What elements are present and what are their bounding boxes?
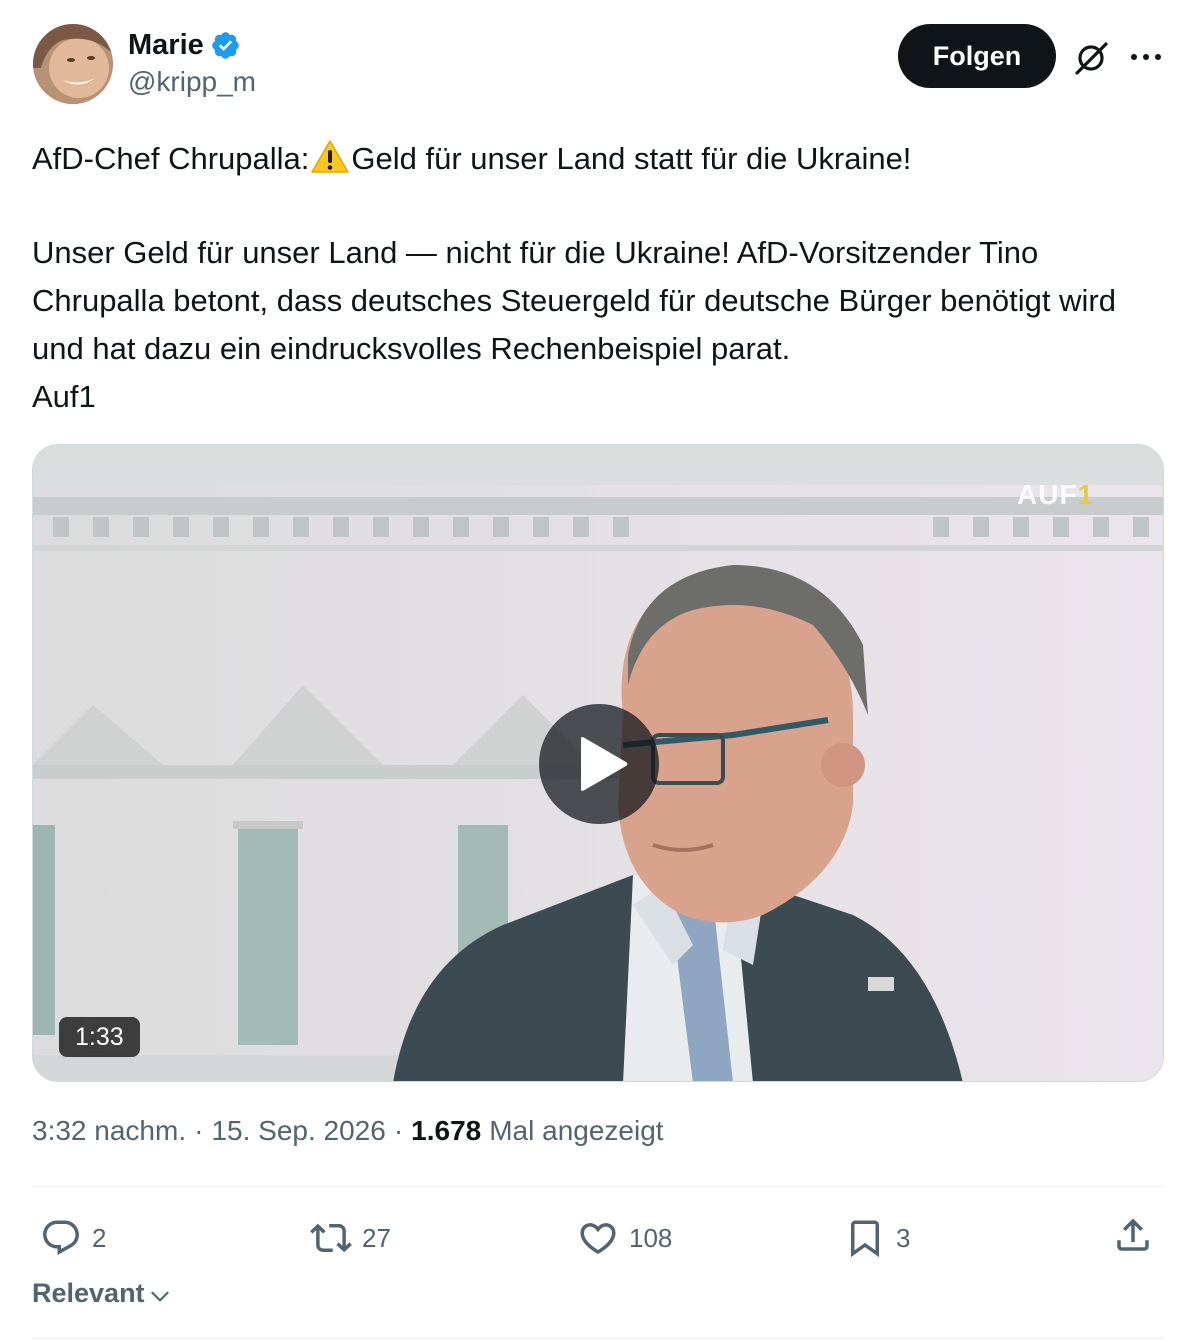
avatar-image: [33, 24, 113, 104]
tweet-meta: 3:32 nachm. · 15. Sep. 2026 · 1.678 Mal …: [32, 1115, 664, 1147]
repost-button[interactable]: 27: [310, 1208, 391, 1268]
views-count: 1.678: [411, 1115, 482, 1146]
bookmark-icon: [851, 1220, 879, 1258]
divider: [32, 1338, 1164, 1339]
reply-button[interactable]: 2: [40, 1208, 106, 1268]
avatar[interactable]: [33, 24, 113, 104]
bookmark-button[interactable]: 3: [844, 1208, 910, 1268]
tweet-text-headline-start: AfD-Chef Chrupalla:: [32, 141, 310, 176]
post-date[interactable]: 15. Sep. 2026: [211, 1115, 385, 1147]
meta-separator: ·: [393, 1115, 404, 1146]
like-button[interactable]: 108: [577, 1208, 672, 1268]
video-duration: 1:33: [59, 1017, 140, 1057]
post-time[interactable]: 3:32 nachm.: [32, 1115, 186, 1147]
more-options-icon[interactable]: [1128, 42, 1164, 72]
repost-count: 27: [362, 1222, 391, 1253]
reply-count: 2: [92, 1222, 107, 1253]
sort-label: Relevant: [32, 1278, 145, 1308]
play-icon: [581, 737, 628, 791]
tweet-text: AfD-Chef Chrupalla: Geld für unser Land s…: [32, 135, 1164, 421]
sort-replies-dropdown[interactable]: Relevant: [32, 1278, 173, 1309]
warning-emoji-icon: [311, 140, 350, 173]
chevron-down-icon: [150, 1291, 169, 1301]
bookmark-count: 3: [896, 1222, 911, 1253]
tweet-article: Marie @kripp_m Folgen AfD-Chef Chrupalla…: [0, 0, 1196, 1342]
views-label: Mal angezeigt: [489, 1115, 664, 1146]
tweet-text-headline-end: Geld für unser Land statt für die Ukrain…: [351, 141, 912, 176]
author-block: Marie @kripp_m: [128, 26, 256, 98]
channel-logo: AUF1: [1017, 479, 1095, 510]
action-bar: 2 27 108 3: [0, 1208, 1196, 1268]
meta-separator: ·: [194, 1115, 204, 1146]
handle[interactable]: @kripp_m: [128, 66, 256, 98]
repost-icon: [310, 1223, 352, 1253]
tweet-paragraph-3: Auf1: [32, 379, 96, 414]
heart-icon: [580, 1223, 616, 1255]
tweet-paragraph-2: Unser Geld für unser Land — nicht für di…: [32, 235, 1116, 366]
follow-button[interactable]: Folgen: [898, 24, 1056, 88]
share-icon[interactable]: [1112, 1214, 1154, 1256]
divider: [32, 1186, 1164, 1187]
play-button[interactable]: [539, 704, 659, 824]
tweet-line-1: AfD-Chef Chrupalla: Geld für unser Land s…: [32, 135, 1164, 183]
like-count: 108: [629, 1222, 673, 1253]
name-row: Marie: [128, 26, 256, 64]
video-player[interactable]: AUF1 1:33: [32, 444, 1164, 1082]
verified-badge-icon[interactable]: [210, 30, 241, 61]
display-name[interactable]: Marie: [128, 29, 204, 62]
grok-icon[interactable]: [1071, 38, 1111, 78]
reply-icon: [43, 1220, 79, 1255]
